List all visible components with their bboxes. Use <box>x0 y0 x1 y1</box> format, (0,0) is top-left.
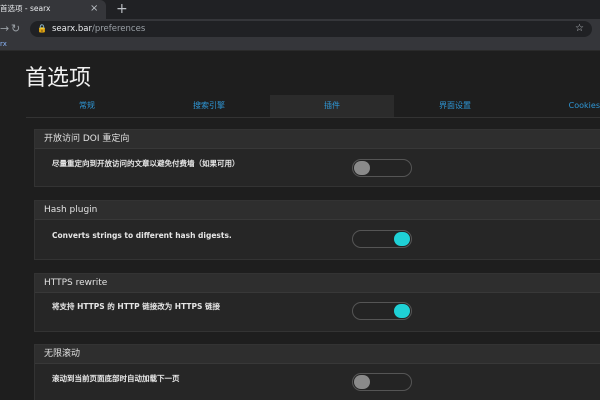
browser-tab-strip: 首选项 - searx × + <box>0 0 600 19</box>
lock-icon: 🔒 <box>37 24 47 33</box>
preferences-page: 首选项 常规 搜索引擎 插件 界面设置 Cookies 开放访问 DOI 重定向… <box>0 51 600 400</box>
plugin-section: 开放访问 DOI 重定向 尽量重定向到开放访问的文章以避免付费墙（如果可用） <box>34 129 600 187</box>
plugin-title: HTTPS rewrite <box>44 278 108 288</box>
plugin-title: Hash plugin <box>44 205 98 215</box>
plugin-section-header: Hash plugin <box>35 201 600 220</box>
browser-toolbar: → ↻ 🔒 searx.bar/preferences ☆ <box>0 19 600 39</box>
plugin-description: 滚动到当前页面底部时自动加载下一页 <box>52 374 180 383</box>
page-title: 首选项 <box>25 66 92 91</box>
tab-cookies[interactable]: Cookies <box>516 95 600 117</box>
plugin-description: Converts strings to different hash diges… <box>52 231 232 240</box>
plugin-section: HTTPS rewrite 将支持 HTTPS 的 HTTP 链接改为 HTTP… <box>34 273 600 332</box>
arrow-icon[interactable]: → <box>0 21 9 37</box>
new-tab-icon[interactable]: + <box>116 0 128 18</box>
reload-icon[interactable]: ↻ <box>11 21 20 37</box>
bookmarks-bar: rx <box>0 39 600 51</box>
tab-label: 插件 <box>324 101 340 110</box>
tab-engines[interactable]: 搜索引擎 <box>148 95 270 117</box>
bookmark-link[interactable]: rx <box>0 38 7 50</box>
toggle-knob <box>354 375 370 389</box>
plugin-toggle[interactable] <box>352 159 412 177</box>
plugin-section-header: 无限滚动 <box>35 345 600 364</box>
address-bar[interactable]: 🔒 searx.bar/preferences ☆ <box>30 21 592 37</box>
plugin-toggle[interactable] <box>352 373 412 391</box>
plugin-toggle[interactable] <box>352 302 412 320</box>
toggle-knob <box>394 304 410 318</box>
plugin-section: 无限滚动 滚动到当前页面底部时自动加载下一页 <box>34 344 600 400</box>
tab-label: Cookies <box>568 101 600 110</box>
plugin-toggle[interactable] <box>352 230 412 248</box>
tab-label: 界面设置 <box>439 101 471 110</box>
tab-ui[interactable]: 界面设置 <box>394 95 516 117</box>
preferences-tabs: 常规 搜索引擎 插件 界面设置 Cookies <box>26 95 600 118</box>
url-text: searx.bar/preferences <box>52 22 145 36</box>
plugin-title: 开放访问 DOI 重定向 <box>44 134 130 144</box>
plugin-description: 尽量重定向到开放访问的文章以避免付费墙（如果可用） <box>52 159 240 168</box>
plugin-section: Hash plugin Converts strings to differen… <box>34 200 600 260</box>
tab-general[interactable]: 常规 <box>26 95 148 117</box>
close-icon[interactable]: × <box>90 2 98 16</box>
plugin-section-header: 开放访问 DOI 重定向 <box>35 130 600 149</box>
plugin-section-header: HTTPS rewrite <box>35 274 600 293</box>
toggle-knob <box>354 161 370 175</box>
url-path: /preferences <box>91 24 146 34</box>
url-host: searx.bar <box>52 24 92 34</box>
tab-label: 常规 <box>79 101 95 110</box>
browser-tab[interactable]: 首选项 - searx × <box>0 0 106 19</box>
toggle-knob <box>394 232 410 246</box>
tab-plugins[interactable]: 插件 <box>270 95 394 117</box>
star-icon[interactable]: ☆ <box>575 22 584 36</box>
browser-tab-title: 首选项 - searx <box>0 4 51 13</box>
plugin-title: 无限滚动 <box>44 349 81 359</box>
tab-label: 搜索引擎 <box>193 101 225 110</box>
plugin-description: 将支持 HTTPS 的 HTTP 链接改为 HTTPS 链接 <box>52 302 221 311</box>
